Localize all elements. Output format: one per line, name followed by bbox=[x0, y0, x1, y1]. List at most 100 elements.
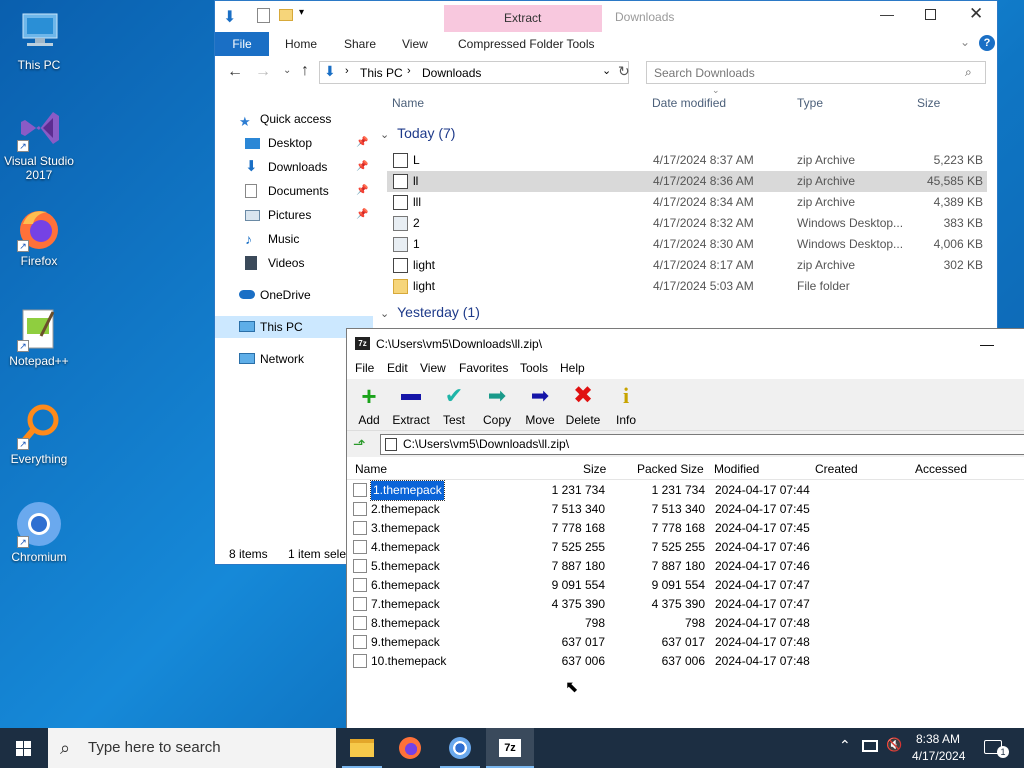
menu-edit[interactable]: Edit bbox=[387, 361, 408, 375]
menu-help[interactable]: Help bbox=[560, 361, 585, 375]
file-row[interactable]: 2 4/17/2024 8:32 AM Windows Desktop... 383 … bbox=[387, 213, 987, 234]
nav-item-videos[interactable]: Videos bbox=[215, 252, 373, 274]
pin-icon[interactable]: 📌 bbox=[356, 132, 368, 154]
explorer-titlebar[interactable]: ⬇ ▾ Extract Downloads — ✕ bbox=[215, 1, 997, 32]
group-header-today[interactable]: ⌄ Today (7) bbox=[380, 125, 455, 141]
network-tray-icon[interactable] bbox=[862, 740, 878, 752]
file-row[interactable]: ll 4/17/2024 8:36 AM zip Archive 45,585 KB bbox=[387, 171, 987, 192]
clock-date[interactable]: 4/17/2024 bbox=[912, 749, 965, 763]
context-tab-extract[interactable]: Extract bbox=[504, 11, 541, 25]
nav-item-music[interactable]: ♪ Music bbox=[215, 228, 373, 250]
nav-item-desktop[interactable]: Desktop 📌 bbox=[215, 132, 373, 154]
tab-share[interactable]: Share bbox=[344, 32, 376, 56]
show-hidden-icons-chevron-icon[interactable]: ⌃ bbox=[839, 737, 851, 754]
properties-icon[interactable] bbox=[257, 8, 270, 23]
column-header-name[interactable]: Name bbox=[392, 92, 424, 114]
nav-item-pictures[interactable]: Pictures 📌 bbox=[215, 204, 373, 226]
new-folder-icon[interactable] bbox=[279, 9, 293, 21]
desktop-icon-this-pc[interactable]: This PC bbox=[1, 8, 77, 72]
sevenzip-path-input[interactable]: C:\Users\vm5\Downloads\ll.zip\ bbox=[380, 434, 1024, 455]
nav-item-downloads[interactable]: ⬇ Downloads 📌 bbox=[215, 156, 373, 178]
column-header-packed-size[interactable]: Packed Size bbox=[637, 458, 704, 480]
archive-row[interactable]: 2.themepack 7 513 340 7 513 340 2024-04-17 … bbox=[347, 500, 1024, 519]
pin-icon[interactable]: 📌 bbox=[356, 156, 368, 178]
archive-row[interactable]: 1.themepack 1 231 734 1 231 734 2024-04-17 … bbox=[347, 480, 1024, 501]
archive-row[interactable]: 4.themepack 7 525 255 7 525 255 2024-04-17 … bbox=[347, 538, 1024, 557]
minimize-button[interactable]: — bbox=[980, 329, 994, 359]
taskbar-search-input[interactable]: ⌕ Type here to search bbox=[48, 728, 336, 768]
maximize-button[interactable] bbox=[925, 9, 936, 20]
column-header-modified[interactable]: Modified bbox=[714, 458, 759, 480]
file-row[interactable]: L 4/17/2024 8:37 AM zip Archive 5,223 KB bbox=[387, 150, 987, 171]
info-button[interactable]: i Info bbox=[604, 383, 648, 428]
minimize-button[interactable]: — bbox=[880, 6, 894, 22]
tab-file[interactable]: File bbox=[215, 32, 269, 56]
taskbar-firefox[interactable] bbox=[386, 728, 434, 768]
breadcrumb-downloads[interactable]: Downloads bbox=[422, 66, 481, 80]
archive-row[interactable]: 7.themepack 4 375 390 4 375 390 2024-04-17 … bbox=[347, 595, 1024, 614]
clock-time[interactable]: 8:38 AM bbox=[916, 732, 960, 746]
archive-row[interactable]: 10.themepack 637 006 637 006 2024-04-17 07:… bbox=[347, 652, 1024, 671]
up-folder-icon[interactable]: ⬏ bbox=[353, 435, 366, 453]
nav-item-documents[interactable]: Documents 📌 bbox=[215, 180, 373, 202]
up-arrow-icon[interactable]: ↑ bbox=[301, 62, 309, 80]
desktop-icon-chromium[interactable]: ↗ Chromium bbox=[1, 500, 77, 564]
address-dropdown-icon[interactable]: ⌄ bbox=[602, 64, 611, 77]
sevenzip-titlebar[interactable]: 7z C:\Users\vm5\Downloads\ll.zip\ — bbox=[347, 329, 1024, 359]
start-button[interactable] bbox=[0, 728, 48, 768]
back-arrow-icon[interactable]: ← bbox=[227, 63, 243, 81]
file-row[interactable]: light 4/17/2024 5:03 AM File folder bbox=[387, 276, 987, 297]
file-row[interactable]: 1 4/17/2024 8:30 AM Windows Desktop... 4,00… bbox=[387, 234, 987, 255]
breadcrumb-this-pc[interactable]: This PC bbox=[360, 66, 403, 80]
menu-view[interactable]: View bbox=[420, 361, 446, 375]
sevenzip-window[interactable]: 7z C:\Users\vm5\Downloads\ll.zip\ — File… bbox=[346, 328, 1024, 730]
recent-dropdown-icon[interactable]: ⌄ bbox=[283, 65, 291, 76]
pin-icon[interactable]: 📌 bbox=[356, 204, 368, 226]
close-button[interactable]: ✕ bbox=[969, 4, 983, 24]
archive-row[interactable]: 5.themepack 7 887 180 7 887 180 2024-04-17 … bbox=[347, 557, 1024, 576]
column-header-created[interactable]: Created bbox=[815, 458, 858, 480]
extract-button[interactable]: Extract bbox=[389, 383, 433, 427]
move-button[interactable]: ➡ Move bbox=[518, 383, 562, 428]
tab-compressed-folder-tools[interactable]: Compressed Folder Tools bbox=[458, 32, 595, 56]
group-header-yesterday[interactable]: ⌄ Yesterday (1) bbox=[380, 304, 480, 320]
explorer-search-input[interactable]: Search Downloads ⌕ bbox=[646, 61, 986, 84]
copy-button[interactable]: ➡ Copy bbox=[475, 383, 519, 428]
archive-row[interactable]: 8.themepack 798 798 2024-04-17 07:48 bbox=[347, 614, 1024, 633]
archive-row[interactable]: 6.themepack 9 091 554 9 091 554 2024-04-17 … bbox=[347, 576, 1024, 595]
archive-row[interactable]: 9.themepack 637 017 637 017 2024-04-17 07:4… bbox=[347, 633, 1024, 652]
delete-button[interactable]: ✖ Delete bbox=[561, 383, 605, 428]
archive-row[interactable]: 3.themepack 7 778 168 7 778 168 2024-04-17 … bbox=[347, 519, 1024, 538]
menu-file[interactable]: File bbox=[355, 361, 374, 375]
ribbon-expand-icon[interactable]: ⌄ bbox=[960, 35, 970, 49]
pin-icon[interactable]: 📌 bbox=[356, 180, 368, 202]
column-header-name[interactable]: Name bbox=[355, 458, 387, 480]
desktop-icon-visual-studio[interactable]: ↗ Visual Studio 2017 bbox=[1, 104, 77, 182]
tab-view[interactable]: View bbox=[402, 32, 428, 56]
taskbar-sevenzip[interactable]: 7z bbox=[486, 728, 534, 768]
taskbar-file-explorer[interactable] bbox=[338, 728, 386, 768]
column-header-type[interactable]: Type bbox=[797, 92, 823, 114]
taskbar-chromium[interactable] bbox=[436, 728, 484, 768]
column-header-size[interactable]: Size bbox=[917, 92, 940, 114]
desktop-icon-everything[interactable]: ↗ Everything bbox=[1, 402, 77, 466]
file-row[interactable]: lll 4/17/2024 8:34 AM zip Archive 4,389 KB bbox=[387, 192, 987, 213]
forward-arrow-icon[interactable]: → bbox=[255, 63, 271, 81]
nav-item-quick-access[interactable]: ★ Quick access bbox=[215, 108, 373, 130]
menu-tools[interactable]: Tools bbox=[520, 361, 548, 375]
desktop-icon-notepadpp[interactable]: ↗ Notepad++ bbox=[1, 304, 77, 368]
volume-muted-icon[interactable]: 🔇 bbox=[886, 737, 902, 753]
file-row[interactable]: light 4/17/2024 8:17 AM zip Archive 302 KB bbox=[387, 255, 987, 276]
address-box[interactable]: ⬇ › This PC › Downloads ⌄ bbox=[319, 61, 629, 84]
nav-item-onedrive[interactable]: OneDrive bbox=[215, 284, 373, 306]
add-button[interactable]: + Add bbox=[347, 383, 391, 427]
refresh-icon[interactable]: ↻ bbox=[618, 63, 630, 80]
tab-home[interactable]: Home bbox=[285, 32, 317, 56]
column-header-accessed[interactable]: Accessed bbox=[915, 458, 967, 480]
help-icon[interactable]: ? bbox=[979, 35, 995, 51]
test-button[interactable]: ✔ Test bbox=[432, 383, 476, 428]
qat-dropdown-icon[interactable]: ▾ bbox=[299, 7, 304, 18]
column-header-size[interactable]: Size bbox=[583, 458, 606, 480]
menu-favorites[interactable]: Favorites bbox=[459, 361, 508, 375]
desktop-icon-firefox[interactable]: ↗ Firefox bbox=[1, 204, 77, 268]
